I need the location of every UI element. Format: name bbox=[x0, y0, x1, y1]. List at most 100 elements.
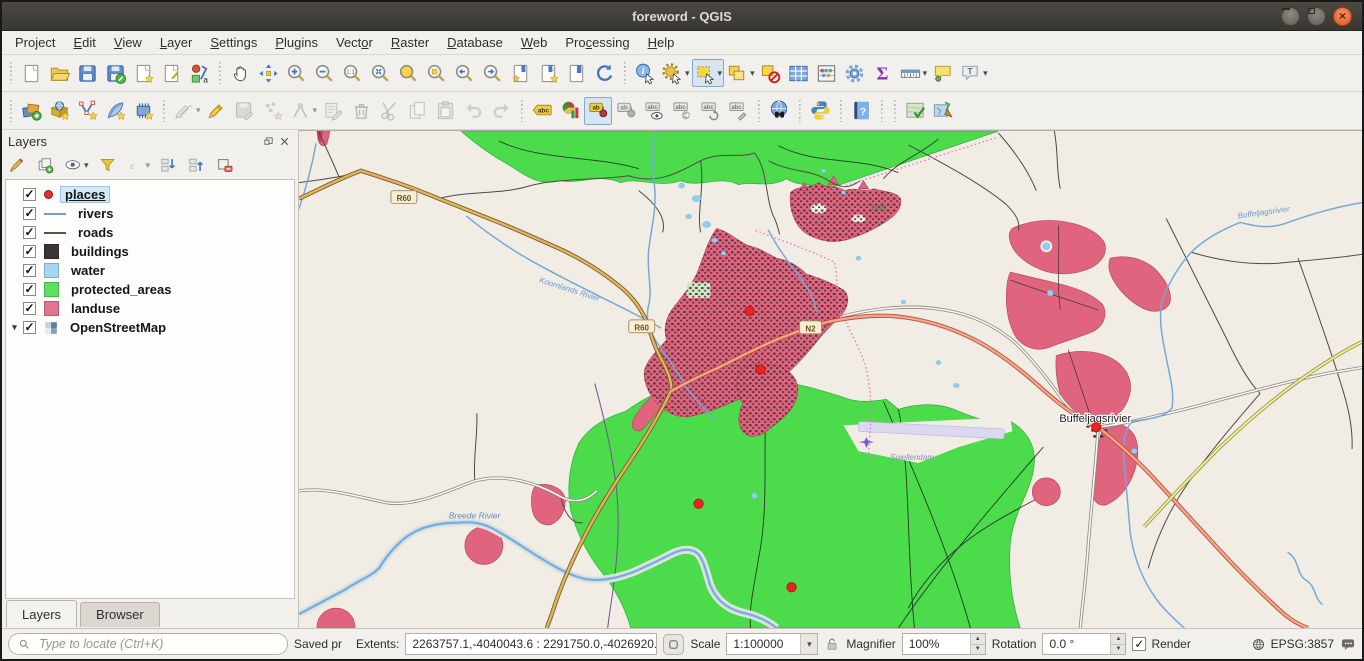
extents-toggle-button[interactable] bbox=[663, 634, 684, 655]
new-virtual-layer-button[interactable] bbox=[129, 97, 157, 125]
identify-features-button[interactable]: i bbox=[631, 59, 659, 87]
toolbar-handle[interactable] bbox=[621, 62, 628, 84]
zoom-next-button[interactable] bbox=[478, 59, 506, 87]
copy-features-button[interactable] bbox=[403, 97, 431, 125]
select-features-button[interactable]: ▾ bbox=[692, 59, 725, 87]
layer-labeling-options-button[interactable]: abc bbox=[528, 97, 556, 125]
save-layer-edits-button[interactable] bbox=[231, 97, 259, 125]
menu-raster[interactable]: Raster bbox=[382, 32, 438, 53]
data-source-manager-button[interactable] bbox=[17, 97, 45, 125]
new-print-layout-button[interactable] bbox=[129, 59, 157, 87]
filter-by-expression-button[interactable]: ε▾ bbox=[124, 154, 153, 177]
layer-checkbox[interactable]: ✓ bbox=[23, 207, 36, 220]
crs-indicator[interactable]: EPSG:3857 bbox=[1251, 637, 1334, 652]
chevron-down-icon[interactable]: ▾ bbox=[923, 68, 928, 79]
layer-label[interactable]: rivers bbox=[74, 206, 117, 221]
layer-label[interactable]: protected_areas bbox=[67, 282, 175, 297]
panel-tab-browser[interactable]: Browser bbox=[80, 602, 160, 627]
toolbar-handle[interactable] bbox=[7, 62, 14, 84]
run-feature-action-button[interactable]: ▾ bbox=[659, 59, 692, 87]
pan-to-selection-button[interactable] bbox=[254, 59, 282, 87]
zoom-last-button[interactable] bbox=[450, 59, 478, 87]
layer-item-places[interactable]: ✓ places bbox=[6, 185, 294, 204]
deselect-features-button[interactable] bbox=[757, 59, 785, 87]
redo-button[interactable] bbox=[487, 97, 515, 125]
layer-item-roads[interactable]: ✓roads bbox=[6, 223, 294, 242]
panel-tab-layers[interactable]: Layers bbox=[6, 600, 77, 627]
measure-line-button[interactable]: ▾ bbox=[897, 59, 930, 87]
title-bar[interactable]: foreword - QGIS × bbox=[2, 2, 1362, 31]
open-project-button[interactable] bbox=[45, 59, 73, 87]
toolbar-handle[interactable] bbox=[7, 100, 14, 122]
menu-view[interactable]: View bbox=[105, 32, 151, 53]
chevron-down-icon[interactable]: ▾ bbox=[146, 160, 151, 171]
layer-item-landuse[interactable]: ✓ landuse bbox=[6, 299, 294, 318]
layer-diagram-options-button[interactable] bbox=[556, 97, 584, 125]
add-group-button[interactable] bbox=[34, 154, 57, 177]
menu-database[interactable]: Database bbox=[438, 32, 512, 53]
delete-selected-button[interactable] bbox=[347, 97, 375, 125]
show-hide-labels-button[interactable]: abc bbox=[640, 97, 668, 125]
zoom-to-layer-button[interactable] bbox=[422, 59, 450, 87]
menu-layer[interactable]: Layer bbox=[151, 32, 202, 53]
menu-edit[interactable]: Edit bbox=[64, 32, 104, 53]
field-calculator-button[interactable] bbox=[813, 59, 841, 87]
change-label-button[interactable]: abc bbox=[724, 97, 752, 125]
layer-item-water[interactable]: ✓water bbox=[6, 261, 294, 280]
collapse-all-button[interactable] bbox=[185, 154, 208, 177]
layer-label[interactable]: landuse bbox=[67, 301, 124, 316]
rotate-label-button[interactable]: abc bbox=[696, 97, 724, 125]
locate-input[interactable] bbox=[37, 636, 278, 652]
metasearch-button[interactable] bbox=[765, 97, 793, 125]
toolbar-handle[interactable] bbox=[878, 100, 885, 122]
layer-checkbox[interactable]: ✓ bbox=[23, 188, 36, 201]
add-point-feature-button[interactable] bbox=[259, 97, 287, 125]
layer-checkbox[interactable]: ✓ bbox=[23, 264, 36, 277]
zoom-in-button[interactable] bbox=[282, 59, 310, 87]
toolbar-handle[interactable] bbox=[891, 100, 898, 122]
cut-features-button[interactable] bbox=[375, 97, 403, 125]
menu-plugins[interactable]: Plugins bbox=[266, 32, 327, 53]
menu-processing[interactable]: Processing bbox=[556, 32, 638, 53]
map-tips-button[interactable] bbox=[929, 59, 957, 87]
new-geopackage-layer-button[interactable] bbox=[45, 97, 73, 125]
highlight-pinned-labels-button[interactable]: ab bbox=[612, 97, 640, 125]
statistical-summary-button[interactable]: Σ bbox=[869, 59, 897, 87]
locate-search[interactable] bbox=[8, 633, 288, 655]
remove-layer-button[interactable] bbox=[213, 154, 236, 177]
move-label-button[interactable]: abc bbox=[668, 97, 696, 125]
chevron-down-icon[interactable]: ▾ bbox=[685, 68, 690, 79]
layer-label[interactable]: buildings bbox=[67, 244, 133, 259]
save-project-as-button[interactable] bbox=[101, 59, 129, 87]
chevron-down-icon[interactable]: ▾ bbox=[800, 634, 817, 654]
toolbar-handle[interactable] bbox=[216, 62, 223, 84]
help-contents-button[interactable]: ? bbox=[847, 97, 875, 125]
chevron-down-icon[interactable]: ▾ bbox=[84, 160, 89, 171]
toolbar-handle[interactable] bbox=[160, 100, 167, 122]
chevron-down-icon[interactable]: ▾ bbox=[718, 68, 723, 79]
show-layout-manager-button[interactable] bbox=[157, 59, 185, 87]
render-checkbox[interactable]: ✓ Render bbox=[1132, 637, 1190, 651]
toolbar-handle[interactable] bbox=[837, 100, 844, 122]
processing-toolbox-button[interactable] bbox=[841, 59, 869, 87]
multiedit-attributes-button[interactable] bbox=[319, 97, 347, 125]
toolbar-handle[interactable] bbox=[518, 100, 525, 122]
lock-icon[interactable] bbox=[824, 636, 840, 652]
toolbar-handle[interactable] bbox=[796, 100, 803, 122]
layer-checkbox[interactable]: ✓ bbox=[23, 302, 36, 315]
spinner-arrows[interactable]: ▲▼ bbox=[1110, 634, 1125, 654]
menu-settings[interactable]: Settings bbox=[201, 32, 266, 53]
layer-checkbox[interactable]: ✓ bbox=[23, 226, 36, 239]
panel-close-button[interactable] bbox=[276, 134, 292, 150]
layer-checkbox[interactable]: ✓ bbox=[23, 245, 36, 258]
maximize-button[interactable] bbox=[1307, 7, 1326, 26]
chevron-down-icon[interactable]: ▾ bbox=[750, 68, 755, 79]
style-manager-button[interactable]: a bbox=[185, 59, 213, 87]
layer-label[interactable]: places bbox=[61, 187, 109, 202]
new-spatialite-layer-button[interactable] bbox=[101, 97, 129, 125]
show-bookmarks-button[interactable] bbox=[534, 59, 562, 87]
magnifier-spinner[interactable]: 100% ▲▼ bbox=[902, 633, 986, 655]
menu-vector[interactable]: Vector bbox=[327, 32, 382, 53]
new-project-button[interactable] bbox=[17, 59, 45, 87]
chevron-down-icon[interactable]: ▾ bbox=[196, 105, 201, 116]
